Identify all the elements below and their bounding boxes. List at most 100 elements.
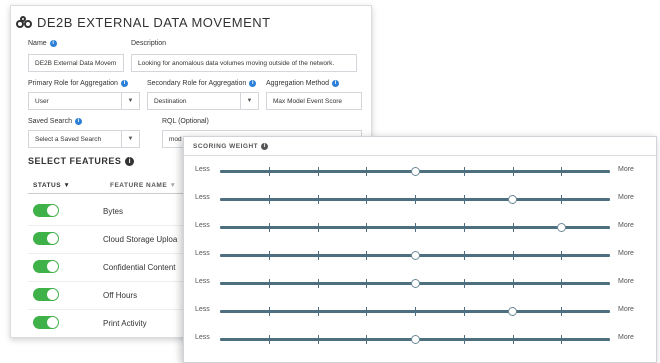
feature-name: Print Activity <box>103 319 147 328</box>
scoring-weight-slider[interactable] <box>220 307 610 316</box>
chevron-down-icon: ▼ <box>240 93 258 109</box>
slider-more-label: More <box>618 306 634 313</box>
slider-less-label: Less <box>195 250 210 257</box>
slider-handle[interactable] <box>508 307 517 316</box>
slider-tick <box>463 167 465 176</box>
description-input[interactable]: Looking for anomalous data volumes movin… <box>131 54 357 72</box>
slider-tick <box>268 279 270 288</box>
scoring-weight-slider[interactable] <box>220 167 610 176</box>
feature-toggle[interactable] <box>33 260 59 273</box>
feature-name-column-header[interactable]: FEATURE NAME ▼ <box>110 182 176 189</box>
aggregation-method-select[interactable]: Max Model Event Score <box>266 92 362 110</box>
feature-toggle[interactable] <box>33 204 59 217</box>
rql-label: RQL (Optional) <box>162 118 209 125</box>
sort-icon: ▼ <box>169 182 177 189</box>
scoring-weight-slider[interactable] <box>220 195 610 204</box>
slider-tick <box>415 195 416 204</box>
slider-handle[interactable] <box>556 223 566 232</box>
slider-tick <box>317 307 319 316</box>
slider-tick <box>268 223 270 232</box>
slider-handle[interactable] <box>410 335 420 344</box>
saved-search-select[interactable]: Select a Saved Search ▼ <box>28 130 140 148</box>
chevron-down-icon: ▼ <box>121 93 139 109</box>
scoring-weight-heading: SCORING WEIGHT i <box>193 143 269 150</box>
slider-tick <box>512 279 514 288</box>
slider-tick <box>415 307 416 316</box>
feature-toggle[interactable] <box>33 232 59 245</box>
info-icon[interactable]: i <box>332 80 340 87</box>
slider-handle[interactable] <box>410 167 420 176</box>
slider-tick <box>561 307 563 316</box>
slider-tick <box>268 335 270 344</box>
slider-tick <box>317 251 319 260</box>
slider-tick <box>366 335 368 344</box>
slider-tick <box>463 335 465 344</box>
scoring-weight-slider[interactable] <box>220 335 610 344</box>
info-icon[interactable]: i <box>261 143 269 150</box>
slider-tick <box>512 167 514 176</box>
slider-less-label: Less <box>195 166 210 173</box>
feature-name: Off Hours <box>103 291 138 300</box>
aggregation-method-label: Aggregation Method i <box>266 80 340 87</box>
slider-less-label: Less <box>195 334 210 341</box>
slider-more-label: More <box>618 222 634 229</box>
slider-tick <box>317 335 319 344</box>
panel-header: DE2B EXTERNAL DATA MOVEMENT <box>16 15 271 30</box>
feature-toggle[interactable] <box>33 316 59 329</box>
slider-tick <box>366 251 368 260</box>
primary-role-label: Primary Role for Aggregation i <box>28 80 128 87</box>
slider-tick <box>463 307 465 316</box>
scoring-weight-slider[interactable] <box>220 279 610 288</box>
slider-handle[interactable] <box>508 195 517 204</box>
scoring-weight-slider[interactable] <box>220 223 610 232</box>
status-column-header[interactable]: STATUS ▼ <box>33 182 70 189</box>
select-features-heading: SELECT FEATURES i <box>28 156 135 166</box>
slider-handle[interactable] <box>410 251 420 260</box>
info-icon[interactable]: i <box>120 80 128 87</box>
slider-tick <box>317 223 319 232</box>
slider-tick <box>268 195 270 204</box>
slider-tick <box>561 195 563 204</box>
slider-tick <box>366 195 368 204</box>
slider-tick <box>268 251 270 260</box>
info-icon[interactable]: i <box>125 156 135 166</box>
secondary-role-label: Secondary Role for Aggregation i <box>147 80 257 87</box>
slider-tick <box>317 167 319 176</box>
slider-less-label: Less <box>195 194 210 201</box>
scoring-weight-slider[interactable] <box>220 251 610 260</box>
slider-tick <box>415 223 416 232</box>
slider-less-label: Less <box>195 278 210 285</box>
info-icon[interactable]: i <box>249 80 257 87</box>
slider-tick <box>561 251 563 260</box>
slider-tick <box>463 223 465 232</box>
slider-tick <box>512 223 514 232</box>
feature-name: Cloud Storage Uploa <box>103 235 178 244</box>
panel-divider <box>183 155 657 156</box>
binoculars-icon <box>16 15 34 30</box>
slider-more-label: More <box>618 166 634 173</box>
saved-search-label: Saved Search i <box>28 118 82 125</box>
slider-tick <box>561 279 563 288</box>
secondary-role-select[interactable]: Destination ▼ <box>147 92 259 110</box>
name-input[interactable]: DE2B External Data Movem <box>28 54 124 72</box>
slider-less-label: Less <box>195 306 210 313</box>
slider-more-label: More <box>618 278 634 285</box>
slider-tick <box>512 251 514 260</box>
description-label: Description <box>131 40 167 47</box>
slider-tick <box>561 335 563 344</box>
slider-tick <box>366 167 368 176</box>
info-icon[interactable]: i <box>74 118 82 125</box>
slider-tick <box>366 307 368 316</box>
slider-tick <box>366 223 368 232</box>
slider-tick <box>463 251 465 260</box>
primary-role-select[interactable]: User ▼ <box>28 92 140 110</box>
feature-toggle[interactable] <box>33 288 59 301</box>
chevron-down-icon: ▼ <box>121 131 139 147</box>
slider-more-label: More <box>618 250 634 257</box>
info-icon[interactable]: i <box>49 40 57 47</box>
slider-tick <box>268 167 270 176</box>
feature-name: Bytes <box>103 207 124 216</box>
feature-name: Confidential Content <box>103 263 176 272</box>
slider-tick <box>317 195 319 204</box>
slider-handle[interactable] <box>410 279 420 288</box>
